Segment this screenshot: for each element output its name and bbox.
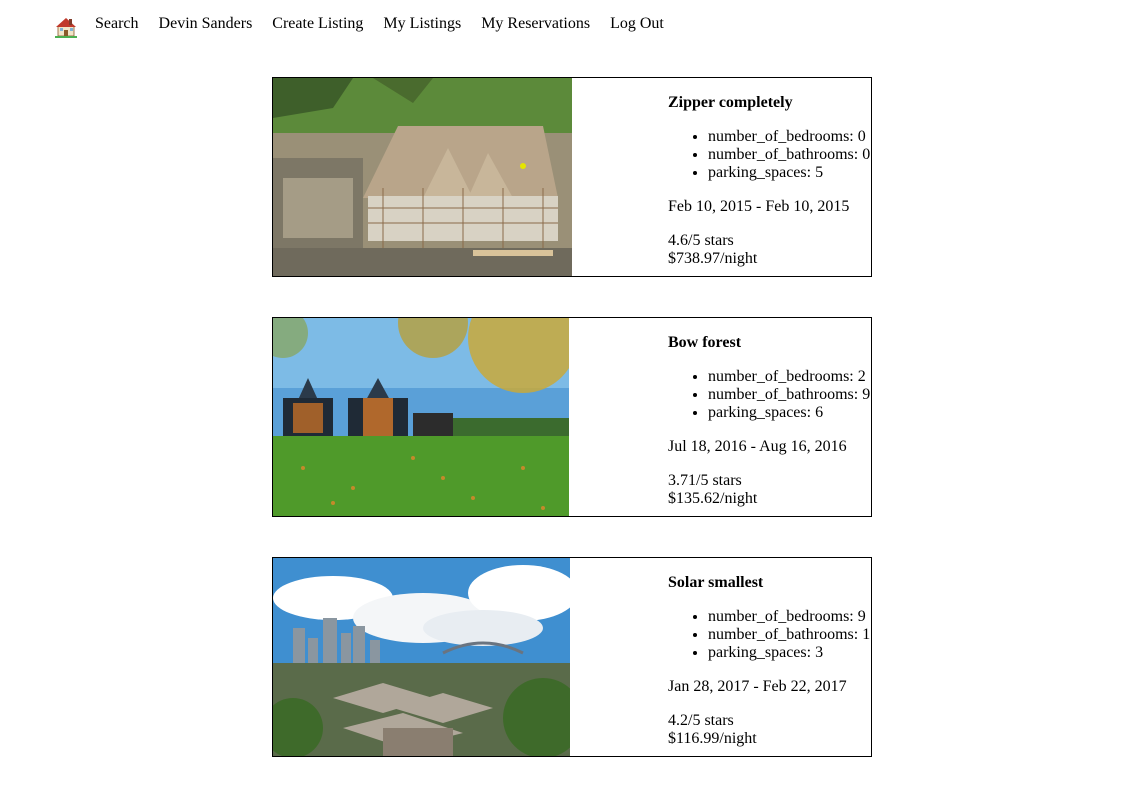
listing-title[interactable]: Solar smallest [668,574,871,592]
parking-attribute: parking_spaces: 6 [708,404,871,422]
listing-card[interactable]: Bow forest number_of_bedrooms: 2 number_… [272,317,872,517]
listing-rating: 4.6/5 stars [668,232,734,249]
listing-dates: Jan 28, 2017 - Feb 22, 2017 [668,678,847,695]
listing-price: $116.99/night [668,730,757,747]
bedrooms-attribute: number_of_bedrooms: 2 [708,368,871,386]
nav-my-listings-link[interactable]: My Listings [383,14,461,34]
listing-price: $738.97/night [668,250,758,267]
listing-dates: Jul 18, 2016 - Aug 16, 2016 [668,438,847,455]
listing-dates: Feb 10, 2015 - Feb 10, 2015 [668,198,850,215]
listing-info: Bow forest number_of_bedrooms: 2 number_… [668,334,871,508]
listing-attributes: number_of_bedrooms: 0 number_of_bathroom… [668,128,871,182]
bedrooms-attribute: number_of_bedrooms: 0 [708,128,871,146]
parking-attribute: parking_spaces: 5 [708,164,871,182]
listing-rating: 3.71/5 stars [668,472,742,489]
listing-title[interactable]: Zipper completely [668,94,871,112]
nav-search-link[interactable]: Search [95,14,139,34]
listing-card[interactable]: Solar smallest number_of_bedrooms: 9 num… [272,557,872,757]
listing-list: Zipper completely number_of_bedrooms: 0 … [272,77,872,797]
bathrooms-attribute: number_of_bathrooms: 0 [708,146,871,164]
listing-rating: 4.2/5 stars [668,712,734,729]
listing-photo[interactable] [273,558,570,756]
nav-create-listing-link[interactable]: Create Listing [272,14,363,34]
listing-photo[interactable] [273,318,569,516]
listing-price: $135.62/night [668,490,758,507]
listing-attributes: number_of_bedrooms: 9 number_of_bathroom… [668,608,871,662]
nav-my-reservations-link[interactable]: My Reservations [481,14,590,34]
listing-title[interactable]: Bow forest [668,334,871,352]
listing-info: Solar smallest number_of_bedrooms: 9 num… [668,574,871,748]
listing-card[interactable]: Zipper completely number_of_bedrooms: 0 … [272,77,872,277]
house-icon[interactable] [55,16,77,38]
top-nav: Search Devin Sanders Create Listing My L… [55,14,684,38]
listing-attributes: number_of_bedrooms: 2 number_of_bathroom… [668,368,871,422]
bathrooms-attribute: number_of_bathrooms: 9 [708,386,871,404]
bathrooms-attribute: number_of_bathrooms: 1 [708,626,871,644]
nav-logout-link[interactable]: Log Out [610,14,664,34]
bedrooms-attribute: number_of_bedrooms: 9 [708,608,871,626]
listing-info: Zipper completely number_of_bedrooms: 0 … [668,94,871,268]
listing-photo[interactable] [273,78,572,276]
nav-profile-link[interactable]: Devin Sanders [159,14,253,34]
parking-attribute: parking_spaces: 3 [708,644,871,662]
